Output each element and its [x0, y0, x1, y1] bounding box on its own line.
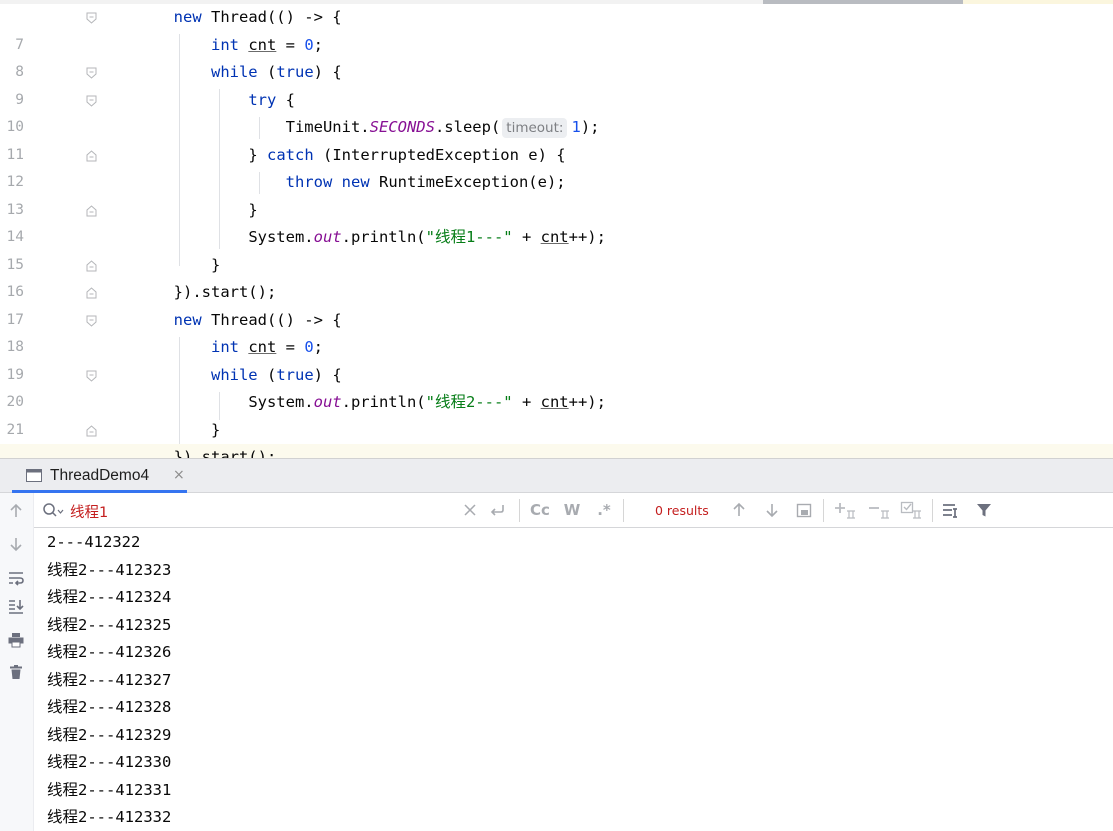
code-text: new Thread(() -> { — [173, 310, 342, 329]
code-text: } — [248, 200, 258, 219]
code-line: 20 while (true) { — [0, 362, 1113, 411]
code-text: throw new RuntimeException(e); — [285, 173, 566, 191]
fold-marker-icon[interactable] — [86, 12, 97, 24]
code-line: 10 try { — [0, 87, 1113, 136]
toolbar-separator — [623, 499, 624, 522]
remove-pattern-icon[interactable] — [866, 499, 892, 521]
console-line: 线程2---412325 — [47, 615, 172, 634]
code-text: new Thread(() -> { — [173, 8, 342, 26]
code-text: while (true) { — [210, 365, 342, 384]
fold-marker-icon[interactable] — [86, 259, 97, 272]
code-line: 11 TimeUnit.SECONDS.sleep(timeout: 1); — [0, 114, 1113, 163]
code-text: System.out.println("线程1---" + cnt++); — [248, 228, 606, 246]
code-line: 22 } — [0, 417, 1113, 459]
whole-word-button[interactable]: W — [560, 499, 584, 521]
search-results-count: 0 results — [655, 503, 709, 518]
scroll-to-end-icon[interactable] — [5, 595, 27, 617]
console-output[interactable]: 2---412322 线程2---412323 线程2---412324 线程2… — [34, 529, 1113, 831]
replace-icon[interactable] — [486, 499, 508, 521]
fold-marker-icon[interactable] — [86, 204, 97, 217]
search-input[interactable] — [70, 500, 450, 522]
code-line: 18 new Thread(() -> { — [0, 307, 1113, 356]
fold-marker-icon[interactable] — [86, 370, 97, 382]
console-search-bar: Cc W .* 0 results — [34, 493, 1113, 528]
fold-marker-icon[interactable] — [86, 315, 97, 327]
console-line: 线程2---412330 — [47, 753, 172, 771]
code-text: }).start(); — [173, 448, 277, 458]
console-line: 线程2---412328 — [47, 698, 172, 716]
fold-marker-icon[interactable] — [86, 95, 97, 107]
search-options-icon[interactable] — [940, 499, 964, 521]
console-line: 线程2---412323 — [47, 560, 172, 579]
regex-button[interactable]: .* — [592, 499, 616, 521]
console-line: 线程2---412324 — [47, 588, 172, 606]
console-icon — [26, 469, 42, 482]
code-line: 19 int cnt = 0; — [0, 334, 1113, 383]
code-text: }).start(); — [173, 283, 277, 301]
code-text: try { — [248, 90, 295, 109]
select-all-occurrences-icon[interactable] — [793, 499, 815, 521]
console-left-toolbar — [0, 493, 34, 831]
filter-icon[interactable] — [973, 499, 995, 521]
arrow-down-icon[interactable] — [761, 499, 783, 521]
add-pattern-icon[interactable] — [832, 499, 858, 521]
code-line: 17 }).start(); — [0, 279, 1113, 328]
code-text: int cnt = 0; — [210, 338, 324, 356]
fold-marker-icon[interactable] — [86, 287, 97, 299]
soft-wrap-icon[interactable] — [5, 567, 27, 589]
tab-label: ThreadDemo4 — [50, 467, 150, 484]
console-line: 线程2---412331 — [47, 780, 172, 799]
code-text: TimeUnit.SECONDS.sleep(timeout: 1); — [285, 118, 600, 138]
parameter-hint: timeout: — [502, 118, 568, 138]
trash-icon[interactable] — [5, 661, 27, 683]
fold-marker-icon[interactable] — [86, 424, 97, 437]
code-text: System.out.println("线程2---" + cnt++); — [248, 393, 606, 411]
code-text: int cnt = 0; — [210, 35, 324, 54]
code-line: 13 throw new RuntimeException(e); — [0, 169, 1113, 218]
console-line: 2---412322 — [47, 533, 141, 551]
filter-search-results-icon[interactable] — [898, 499, 924, 521]
code-text: } — [210, 255, 221, 274]
code-line: 14 } — [0, 197, 1113, 246]
run-tool-window: ThreadDemo4 × 线程1 Cc W .* 0 results 2---… — [0, 458, 1113, 831]
code-text: } catch (InterruptedException e) { — [248, 145, 566, 164]
search-icon[interactable] — [42, 502, 64, 520]
match-case-button[interactable]: Cc — [526, 499, 554, 521]
arrow-down-icon[interactable] — [5, 533, 27, 555]
code-line: 16 } — [0, 252, 1113, 301]
toolbar-separator — [519, 499, 520, 522]
console-line: 线程2---412327 — [47, 670, 172, 689]
console-line: 线程2---412329 — [47, 725, 172, 744]
code-line: 21 System.out.println("线程2---" + cnt++); — [0, 389, 1113, 438]
code-editor[interactable]: 7 new Thread(() -> { 8 int cnt = 0; 9 wh… — [0, 0, 1113, 458]
code-line: 9 while (true) { — [0, 59, 1113, 108]
code-line-current: 23 }).start(); — [0, 444, 1113, 458]
close-icon[interactable]: × — [173, 467, 185, 483]
toolbar-separator — [823, 499, 824, 522]
console-line: 线程2---412332 — [47, 808, 172, 826]
console-line: 线程2---412326 — [47, 643, 172, 661]
print-icon[interactable] — [5, 629, 27, 651]
toolbar-separator — [932, 499, 933, 522]
code-line: 12 } catch (InterruptedException e) { — [0, 142, 1113, 191]
code-line: 7 new Thread(() -> { — [0, 4, 1113, 53]
run-tab-bar: ThreadDemo4 × — [0, 459, 1113, 493]
code-line: 15 System.out.println("线程1---" + cnt++); — [0, 224, 1113, 273]
arrow-up-icon[interactable] — [5, 500, 27, 522]
code-text: } — [210, 420, 221, 439]
code-text: while (true) { — [210, 63, 342, 81]
code-line: 8 int cnt = 0; — [0, 32, 1113, 81]
run-tab[interactable]: ThreadDemo4 × — [12, 459, 187, 493]
fold-marker-icon[interactable] — [86, 149, 97, 162]
close-icon[interactable] — [460, 499, 480, 521]
fold-marker-icon[interactable] — [86, 67, 97, 79]
arrow-up-icon[interactable] — [728, 499, 750, 521]
